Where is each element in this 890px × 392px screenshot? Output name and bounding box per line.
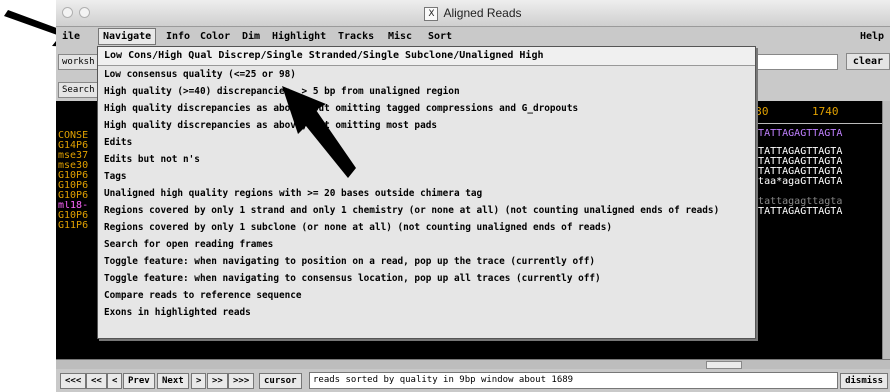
read-name[interactable]: mse37 bbox=[58, 151, 102, 161]
menu-item-low-cons-high-qual[interactable]: Low Cons/High Qual Discrep/Single Strand… bbox=[98, 47, 755, 66]
back-button[interactable]: < bbox=[107, 373, 123, 389]
menu-item[interactable]: Regions covered by only 1 strand and onl… bbox=[98, 202, 755, 219]
read-sequence[interactable]: GTATATTAGAGTTAGTA bbox=[740, 157, 882, 167]
read-name[interactable]: ml18- bbox=[58, 201, 102, 211]
status-field[interactable]: reads sorted by quality in 9bp window ab… bbox=[309, 372, 838, 389]
title-bar: X Aligned Reads bbox=[56, 0, 890, 27]
menu-item[interactable]: Unaligned high quality regions with >= 2… bbox=[98, 185, 755, 202]
cursor-button[interactable]: cursor bbox=[259, 373, 302, 389]
vertical-scrollbar[interactable] bbox=[882, 101, 890, 359]
menu-item[interactable]: High quality discrepancies as above, but… bbox=[98, 100, 755, 117]
annotation-arrow-item bbox=[282, 86, 356, 178]
menu-item[interactable]: Edits bbox=[98, 134, 755, 151]
menu-sort[interactable]: Sort bbox=[424, 29, 456, 44]
scrollbar-thumb[interactable] bbox=[706, 361, 742, 369]
forward-page-button[interactable]: >> bbox=[207, 373, 228, 389]
read-names-column: CONSE G14P6 mse37 mse30 G10P6 G10P6 G10P… bbox=[58, 131, 102, 231]
menu-navigate[interactable]: Navigate bbox=[98, 28, 157, 45]
menu-item[interactable]: Search for open reading frames bbox=[98, 236, 755, 253]
menu-help[interactable]: Help bbox=[856, 29, 888, 44]
menu-color[interactable]: Color bbox=[196, 29, 234, 44]
read-sequence[interactable]: GTATATTAGAGTTAGTA bbox=[740, 167, 882, 177]
read-sequence[interactable]: GTATATTAGAGTTAGTA bbox=[740, 147, 882, 157]
navigate-dropdown-menu: Low Cons/High Qual Discrep/Single Strand… bbox=[97, 46, 756, 339]
menu-item[interactable]: Low consensus quality (<=25 or 98) bbox=[98, 66, 755, 83]
menu-item[interactable]: Toggle feature: when navigating to posit… bbox=[98, 253, 755, 270]
dismiss-button[interactable]: dismiss bbox=[840, 373, 888, 389]
menubar: ile Navigate Info Color Dim Highlight Tr… bbox=[56, 28, 890, 45]
read-name[interactable]: G11P6 bbox=[58, 221, 102, 231]
window-title: X Aligned Reads bbox=[56, 6, 890, 21]
back-page-button[interactable]: << bbox=[86, 373, 107, 389]
first-button[interactable]: <<< bbox=[60, 373, 87, 389]
menu-item[interactable]: Regions covered by only 1 subclone (or n… bbox=[98, 219, 755, 236]
menu-item[interactable]: Toggle feature: when navigating to conse… bbox=[98, 270, 755, 287]
prev-button[interactable]: Prev bbox=[123, 373, 155, 389]
read-name[interactable]: G10P6 bbox=[58, 211, 102, 221]
horizontal-scrollbar[interactable] bbox=[56, 359, 890, 369]
toolbar-field[interactable] bbox=[756, 54, 838, 70]
navigation-bar: <<< << < Prev Next > >> >>> cursor reads… bbox=[56, 370, 890, 390]
ruler-tick-label: 1740 bbox=[812, 105, 839, 118]
read-name[interactable]: G10P6 bbox=[58, 181, 102, 191]
menu-item[interactable]: Tags bbox=[98, 168, 755, 185]
sequence-column: GTATATTAGAGTTAGTA GTATATTAGAGTTAGTA GTAT… bbox=[740, 129, 882, 217]
menu-item[interactable]: Exons in highlighted reads bbox=[98, 304, 755, 321]
menu-tracks[interactable]: Tracks bbox=[334, 29, 378, 44]
menu-item[interactable]: High quality (>=40) discrepancies, > 5 b… bbox=[98, 83, 755, 100]
menu-item[interactable]: High quality discrepancies as above, but… bbox=[98, 117, 755, 134]
read-name[interactable]: G10P6 bbox=[58, 171, 102, 181]
read-sequence[interactable] bbox=[740, 187, 882, 197]
menu-item[interactable]: Edits but not n's bbox=[98, 151, 755, 168]
clear-button[interactable]: clear bbox=[845, 53, 890, 70]
last-button[interactable]: >>> bbox=[228, 373, 255, 389]
menu-item[interactable]: Compare reads to reference sequence bbox=[98, 287, 755, 304]
aligned-reads-window: X Aligned Reads ile Navigate Info Color D… bbox=[56, 0, 890, 392]
forward-button[interactable]: > bbox=[191, 373, 207, 389]
worksheet-button[interactable]: worksh bbox=[58, 54, 102, 70]
read-sequence[interactable]: agatattagagttagta bbox=[740, 197, 882, 207]
read-name[interactable]: mse30 bbox=[58, 161, 102, 171]
read-sequence[interactable]: GTATATTAGAGTTAGTA bbox=[740, 207, 882, 217]
next-button[interactable]: Next bbox=[157, 373, 189, 389]
menu-highlight[interactable]: Highlight bbox=[268, 29, 330, 44]
menu-misc[interactable]: Misc bbox=[384, 29, 416, 44]
menu-file[interactable]: ile bbox=[58, 29, 84, 44]
menu-info[interactable]: Info bbox=[162, 29, 194, 44]
read-sequence[interactable]: GTataa*agaGTTAGTA bbox=[740, 177, 882, 187]
search-button[interactable]: Search bbox=[58, 82, 102, 98]
consensus-sequence[interactable]: GTATATTAGAGTTAGTA bbox=[740, 129, 882, 139]
read-name[interactable]: G10P6 bbox=[58, 191, 102, 201]
menu-dim[interactable]: Dim bbox=[238, 29, 264, 44]
x11-icon: X bbox=[424, 6, 439, 21]
read-name[interactable]: CONSE bbox=[58, 131, 102, 141]
read-name[interactable]: G14P6 bbox=[58, 141, 102, 151]
ruler-ticks bbox=[740, 119, 882, 124]
